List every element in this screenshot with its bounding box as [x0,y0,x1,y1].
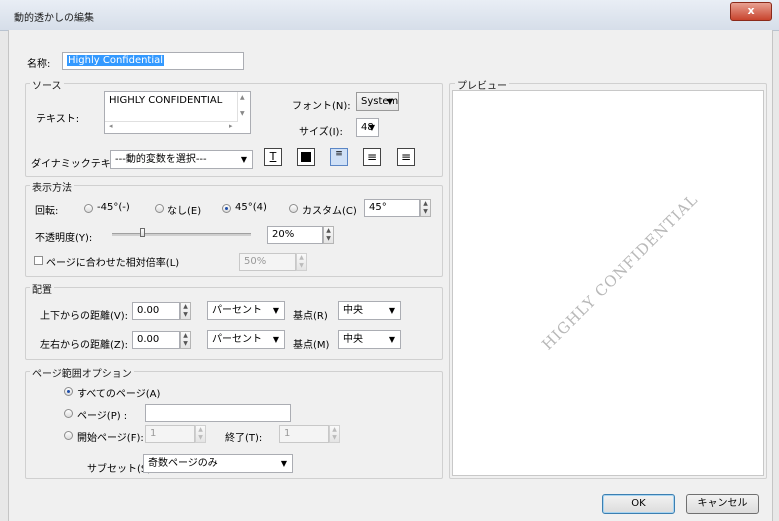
vertical-distance-input[interactable]: 0.00 [132,302,180,320]
scroll-right-icon[interactable]: ▸ [229,122,233,130]
vertical-unit-select[interactable]: パーセント ▼ [207,301,285,320]
rotation-none-label: なし(E) [167,206,202,217]
rotation-45-radio[interactable] [222,204,231,213]
rotation-label: 回転: [35,206,59,217]
name-input[interactable]: Highly Confidential [62,52,244,70]
text-label: テキスト: [36,114,80,125]
scroll-up-icon[interactable]: ▲ [240,94,245,101]
end-page-spinner[interactable]: ▲ ▼ [329,425,340,443]
relative-scale-spinner[interactable]: ▲ ▼ [296,253,307,271]
end-page-label: 終了(T): [225,433,263,444]
custom-rotation-spinner[interactable]: ▲ ▼ [420,199,431,217]
name-label: 名称: [27,59,51,70]
watermark-text-value: HIGHLY CONFIDENTIAL [109,95,223,106]
horizontal-unit-select[interactable]: パーセント ▼ [207,330,285,349]
pages-input[interactable] [145,404,291,422]
relative-scale-label: ページに合わせた相対倍率(L) [46,258,180,269]
opacity-slider-thumb[interactable] [140,228,145,237]
window-title: 動的透かしの編集 [14,13,94,24]
appearance-group-title: 表示方法 [30,179,74,194]
text-underline-icon[interactable]: T [264,148,282,166]
horizontal-distance-label: 左右からの距離(Z): [40,340,129,351]
size-label: サイズ(I): [299,127,343,138]
scroll-down-icon[interactable]: ▼ [240,110,245,117]
chevron-down-icon: ▼ [368,123,375,132]
start-page-label: 開始ページ(F): [77,433,144,444]
chevron-down-icon: ▼ [272,335,279,344]
horizontal-anchor-label: 基点(M) [293,340,330,351]
pages-label: ページ(P) : [77,411,128,422]
text-horizontal-scrollbar[interactable]: ◂ ▸ [105,121,238,133]
horizontal-anchor-value: 中央 [343,334,363,345]
font-select[interactable]: System ▼ [356,92,399,111]
vertical-distance-label: 上下からの距離(V): [40,311,129,322]
horizontal-anchor-select[interactable]: 中央 ▼ [338,330,401,349]
title-bar [0,0,779,31]
horizontal-distance-spinner[interactable]: ▲ ▼ [180,331,191,349]
watermark-text-area[interactable]: HIGHLY CONFIDENTIAL ▲ ▼ ◂ ▸ [104,91,251,134]
chevron-down-icon: ▼ [388,335,395,344]
chevron-down-icon: ▼ [388,306,395,315]
start-page-spinner[interactable]: ▲ ▼ [195,425,206,443]
vertical-unit-value: パーセント [212,305,262,316]
opacity-label: 不透明度(Y): [35,233,93,244]
horizontal-distance-input[interactable]: 0.00 [132,331,180,349]
pages-radio[interactable] [64,409,73,418]
align-center-icon[interactable]: ≡ [363,148,381,166]
scroll-left-icon[interactable]: ◂ [109,122,113,130]
relative-scale-input[interactable]: 50% [239,253,296,271]
cancel-button[interactable]: キャンセル [686,494,759,514]
rotation-none-radio[interactable] [155,204,164,213]
chevron-down-icon: ▼ [386,97,393,106]
opacity-slider-track[interactable] [112,233,251,236]
position-group-title: 配置 [30,281,54,296]
name-input-value: Highly Confidential [67,55,165,66]
rotation-minus45-label: -45°(-) [97,202,130,213]
relative-scale-checkbox[interactable] [34,256,43,265]
vertical-anchor-value: 中央 [343,305,363,316]
rotation-custom-label: カスタム(C) [302,206,357,217]
size-select[interactable]: 48 ▼ [356,118,379,137]
dynamic-text-select[interactable]: ---動的変数を選択--- ▼ [110,150,253,169]
all-pages-label: すべてのページ(A) [77,389,161,400]
color-swatch-icon[interactable] [297,148,315,166]
subset-select[interactable]: 奇数ページのみ ▼ [143,454,293,473]
close-button[interactable]: x [730,2,772,21]
all-pages-radio[interactable] [64,387,73,396]
page-range-radio[interactable] [64,431,73,440]
align-left-icon[interactable]: ≡ [330,148,348,166]
ok-button[interactable]: OK [602,494,675,514]
rotation-minus45-radio[interactable] [84,204,93,213]
font-label: フォント(N): [292,101,351,112]
rotation-45-label: 45°(4) [235,202,267,213]
subset-select-value: 奇数ページのみ [148,458,218,469]
vertical-anchor-label: 基点(R) [293,311,328,322]
start-page-input[interactable]: 1 [145,425,195,443]
dynamic-text-select-value: ---動的変数を選択--- [115,154,207,165]
vertical-distance-spinner[interactable]: ▲ ▼ [180,302,191,320]
source-group-title: ソース [30,77,64,92]
text-vertical-scrollbar[interactable]: ▲ ▼ [237,92,250,122]
page-range-group-title: ページ範囲オプション [30,365,134,380]
vertical-anchor-select[interactable]: 中央 ▼ [338,301,401,320]
horizontal-unit-value: パーセント [212,334,262,345]
align-right-icon[interactable]: ≡ [397,148,415,166]
rotation-custom-radio[interactable] [289,204,298,213]
chevron-down-icon: ▼ [240,155,247,164]
end-page-input[interactable]: 1 [279,425,329,443]
opacity-input[interactable]: 20% [267,226,323,244]
custom-rotation-input[interactable]: 45° [364,199,420,217]
chevron-down-icon: ▼ [272,306,279,315]
opacity-spinner[interactable]: ▲ ▼ [323,226,334,244]
chevron-down-icon: ▼ [280,459,287,468]
